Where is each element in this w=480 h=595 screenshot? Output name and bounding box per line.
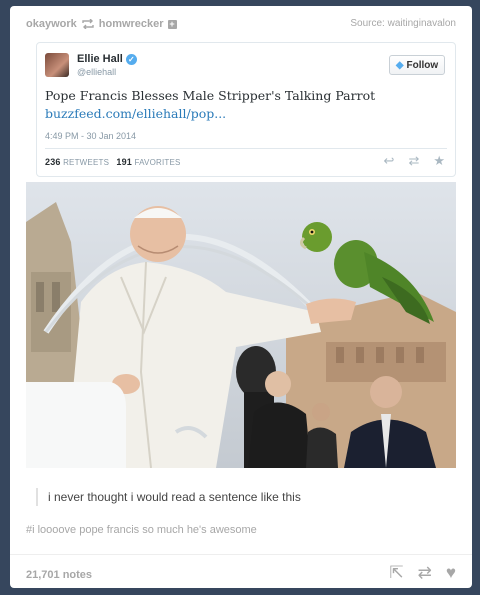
tweet-text: Pope Francis Blesses Male Stripper's Tal…	[45, 88, 376, 103]
share-icon[interactable]: ⇱	[389, 563, 403, 583]
source-link[interactable]: Source: waitinginavalon	[350, 18, 456, 29]
retweet-label: RETWEETS	[63, 158, 110, 167]
reblog-icon	[82, 19, 94, 29]
tweet-divider	[45, 148, 447, 149]
twitter-bird-icon: ◆	[395, 59, 404, 71]
tweet-actions: ↩ ⇄ ★	[384, 153, 445, 169]
tweet-stats: 236 RETWEETS 191 FAVORITES	[45, 157, 181, 167]
follow-plus-icon[interactable]: +	[167, 19, 177, 29]
retweet-icon[interactable]: ⇄	[408, 153, 419, 169]
post-photo[interactable]	[26, 182, 456, 468]
reblogger-link[interactable]: okaywork	[26, 18, 77, 30]
reblog-action-icon[interactable]: ⇄	[418, 563, 432, 583]
post-card: okaywork homwrecker + Source: waitingina…	[10, 6, 472, 588]
tweet-handle: @elliehall	[77, 67, 117, 77]
tweet-timestamp[interactable]: 4:49 PM - 30 Jan 2014	[45, 131, 136, 141]
tweet-link[interactable]: buzzfeed.com/elliehall/pop...	[45, 105, 445, 123]
post-actions: ⇱ ⇄ ♥	[389, 563, 456, 583]
like-heart-icon[interactable]: ♥	[446, 563, 456, 583]
tweet-author[interactable]: Ellie Hall ✓	[77, 53, 137, 65]
reblog-line: okaywork homwrecker +	[26, 18, 177, 30]
favorite-count: 191	[116, 157, 133, 167]
source-blog-link[interactable]: homwrecker	[99, 18, 164, 30]
favorite-icon[interactable]: ★	[433, 153, 445, 169]
post-tags[interactable]: #i loooove pope francis so much he's awe…	[26, 524, 257, 536]
photo-illustration	[26, 182, 456, 468]
tweet-author-name: Ellie Hall	[77, 53, 123, 65]
reply-icon[interactable]: ↩	[384, 153, 395, 169]
tweet-text-block: Pope Francis Blesses Male Stripper's Tal…	[45, 87, 445, 123]
post-footer: 21,701 notes ⇱ ⇄ ♥	[10, 554, 472, 588]
favorite-label: FAVORITES	[134, 158, 181, 167]
follow-label: Follow	[406, 59, 439, 71]
retweet-count: 236	[45, 157, 61, 167]
notes-count[interactable]: 21,701 notes	[26, 569, 92, 581]
embedded-tweet: Ellie Hall ✓ @elliehall ◆ Follow Pope Fr…	[36, 42, 456, 177]
post-header: okaywork homwrecker + Source: waitingina…	[10, 6, 472, 38]
avatar[interactable]	[45, 53, 69, 77]
verified-icon: ✓	[125, 53, 137, 65]
follow-button[interactable]: ◆ Follow	[389, 55, 445, 75]
caption-quote: i never thought i would read a sentence …	[36, 488, 301, 506]
